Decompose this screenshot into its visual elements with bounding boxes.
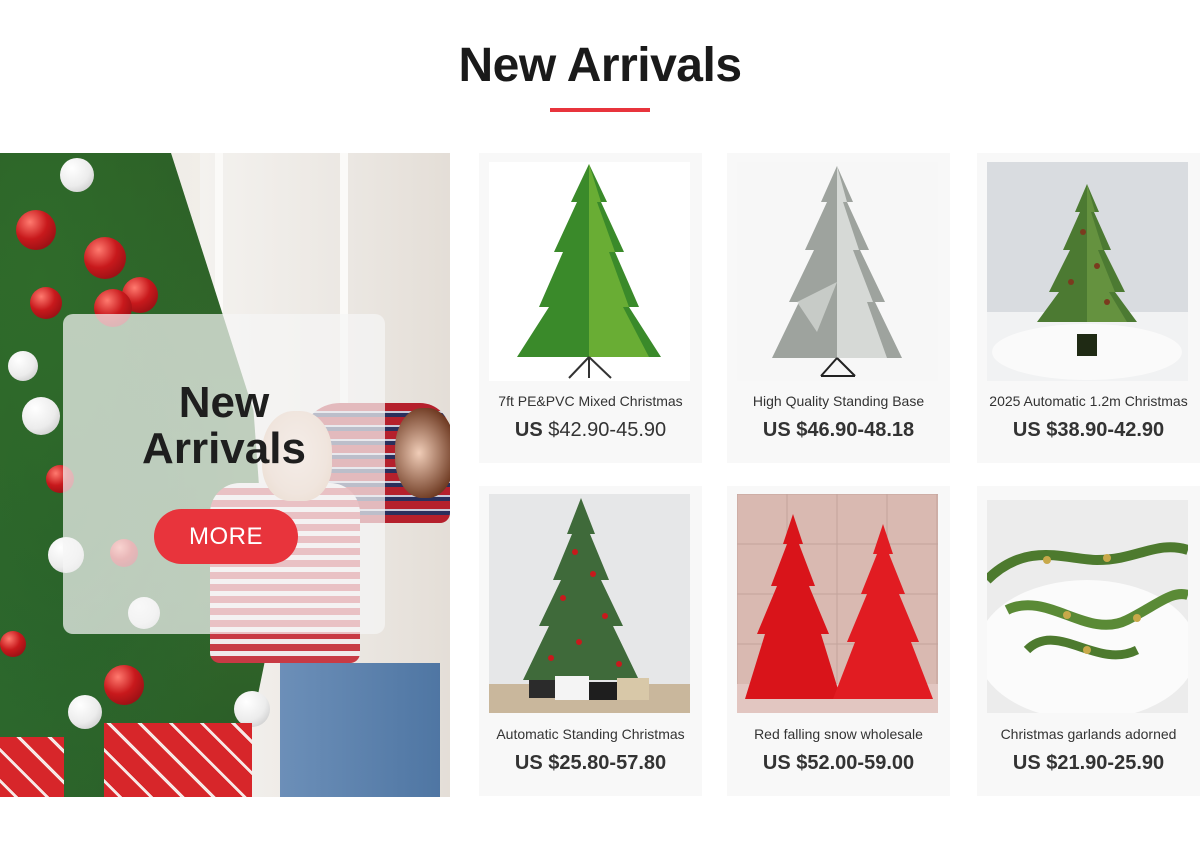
product-name[interactable]: High Quality Standing Base <box>727 393 950 409</box>
hero-title: New Arrivals <box>142 378 306 473</box>
hero-overlay-card <box>63 314 385 634</box>
green-christmas-tree-image[interactable] <box>489 162 690 381</box>
red-christmas-trees-image[interactable] <box>737 494 938 713</box>
product-card[interactable]: Automatic Standing Christmas US $25.80-5… <box>479 486 702 796</box>
product-name[interactable]: 2025 Automatic 1.2m Christmas <box>977 393 1200 409</box>
product-price: US $38.90-42.90 <box>1012 419 1165 441</box>
gift-box <box>104 723 252 797</box>
title-underline <box>550 108 650 112</box>
more-button[interactable]: MORE <box>154 509 298 564</box>
product-price: US $46.90-48.18 <box>762 419 915 441</box>
product-name[interactable]: 7ft PE&PVC Mixed Christmas <box>479 393 702 409</box>
product-price: US $42.90-45.90 <box>514 419 667 441</box>
product-card[interactable]: 2025 Automatic 1.2m Christmas US $38.90-… <box>977 153 1200 463</box>
section-title: New Arrivals <box>458 39 742 92</box>
product-card[interactable]: Red falling snow wholesale US $52.00-59.… <box>727 486 950 796</box>
product-card[interactable]: 7ft PE&PVC Mixed Christmas US $42.90-45.… <box>479 153 702 463</box>
product-price: US $52.00-59.00 <box>762 752 915 774</box>
flocked-white-christmas-tree-image[interactable] <box>737 162 938 381</box>
decorated-christmas-tree-image[interactable] <box>489 494 690 713</box>
product-card[interactable]: High Quality Standing Base US $46.90-48.… <box>727 153 950 463</box>
product-name[interactable]: Automatic Standing Christmas <box>479 726 702 742</box>
christmas-garland-image[interactable] <box>987 500 1188 713</box>
product-name[interactable]: Red falling snow wholesale <box>727 726 950 742</box>
product-card[interactable]: Christmas garlands adorned US $21.90-25.… <box>977 486 1200 796</box>
gift-box <box>0 737 64 797</box>
product-price: US $21.90-25.90 <box>1012 752 1165 774</box>
product-price: US $25.80-57.80 <box>514 752 667 774</box>
potted-christmas-tree-image[interactable] <box>987 162 1188 381</box>
product-name[interactable]: Christmas garlands adorned <box>977 726 1200 742</box>
